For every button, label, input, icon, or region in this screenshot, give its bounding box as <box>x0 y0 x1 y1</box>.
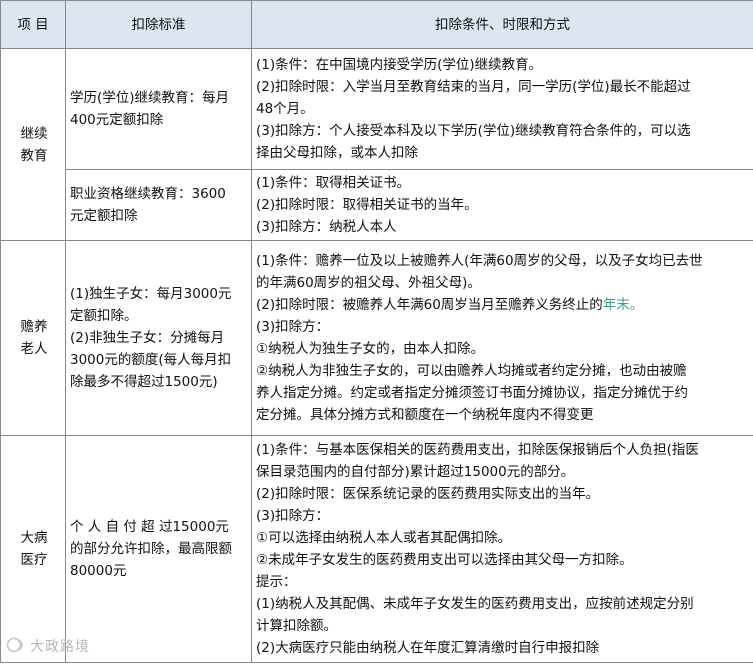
condition-line: ②未成年子女发生的医药费用支出可以选择由其父母一方扣除。 <box>256 552 633 568</box>
conditions-cell: (1)条件：与基本医保相关的医药费用支出，扣除医保报销后个人负担(指医 保目录范… <box>251 435 753 663</box>
condition-line: ②纳税人为非独生子女的，可以由赡养人均摊或者约定分摊，也动由被赡 <box>256 363 687 379</box>
standard-line: 的部分允许扣除，最高限额 <box>70 541 232 557</box>
condition-line: (1)条件：与基本医保相关的医药费用支出，扣除医保报销后个人负担(指医 <box>256 442 699 458</box>
conditions-cell: (1)条件：取得相关证书。 (2)扣除时限：取得相关证书的当年。 (3)扣除方：… <box>251 169 753 241</box>
deduction-table: 项 目 扣除标准 扣除条件、时限和方式 继续 教育 学历(学位)继续教育：每月 … <box>0 0 753 663</box>
standard-line: 定额扣除。 <box>70 308 138 324</box>
condition-line: (2)扣除时限：医保系统记录的医药费用实际支出的当年。 <box>256 486 600 502</box>
condition-line: (2)扣除时限：被赡养人年满60周岁当月至赡养义务终止的年末。 <box>256 294 751 316</box>
standard-line: 个 人 自 付 超 过15000元 <box>70 519 229 535</box>
category-line: 继续 <box>20 125 48 142</box>
category-elderly-support: 赡养 老人 <box>0 240 66 436</box>
condition-line: 48个月。 <box>256 101 314 117</box>
standard-cell: 学历(学位)继续教育：每月 400元定额扣除 <box>65 48 252 170</box>
condition-line: 提示： <box>256 574 297 590</box>
standard-line: 元定额扣除 <box>70 208 138 224</box>
standard-line: 80000元 <box>70 563 127 579</box>
table-row: 继续 教育 学历(学位)继续教育：每月 400元定额扣除 (1)条件：在中国境内… <box>0 48 753 241</box>
header-row: 项 目 扣除标准 扣除条件、时限和方式 <box>0 0 753 49</box>
standard-line: 除最多不得超过1500元) <box>70 374 218 390</box>
category-line: 大病 <box>20 530 48 546</box>
table-row: 职业资格继续教育：3600 元定额扣除 (1)条件：取得相关证书。 (2)扣除时… <box>1 169 753 241</box>
conditions-cell: (1)条件：赡养一位及以上被赡养人(年满60周岁的父母，以及子女均已去世 的年满… <box>251 240 753 436</box>
standard-line: 3000元的额度(每人每月扣 <box>70 352 232 368</box>
condition-text: (2)扣除时限：被赡养人年满60周岁当月至赡养义务终止的 <box>256 297 603 313</box>
condition-line: 择由父母扣除，或本人扣除 <box>256 145 418 161</box>
condition-line: (1)条件：赡养一位及以上被赡养人(年满60周岁的父母，以及子女均已去世 <box>256 253 703 269</box>
standard-cell: 个 人 自 付 超 过15000元 的部分允许扣除，最高限额 80000元 <box>65 435 252 663</box>
category-line: 教育 <box>20 147 48 164</box>
standard-cell: (1)独生子女：每月3000元 定额扣除。 (2)非独生子女：分摊每月 3000… <box>65 240 252 436</box>
category-line: 赡养 <box>20 319 48 335</box>
condition-line: (3)扣除方：纳税人本人 <box>256 219 397 235</box>
standard-line: (2)非独生子女：分摊每月 <box>70 330 225 346</box>
condition-line: (1)条件：取得相关证书。 <box>256 175 411 191</box>
standard-cell: 职业资格继续教育：3600 元定额扣除 <box>65 169 252 241</box>
condition-line: (2)扣除时限：取得相关证书的当年。 <box>256 197 478 213</box>
header-item: 项 目 <box>0 0 66 49</box>
category-line: 老人 <box>20 341 48 357</box>
highlight-link[interactable]: 年末。 <box>603 297 644 313</box>
condition-line: 定分摊。具体分摊方式和额度在一个纳税年度内不得变更 <box>256 407 594 423</box>
condition-line: (2)大病医疗只能由纳税人在年度汇算清缴时自行申报扣除 <box>256 640 600 656</box>
category-serious-illness: 大病 医疗 <box>0 435 66 663</box>
category-line: 医疗 <box>20 552 48 568</box>
condition-line: 计算扣除额。 <box>256 618 337 634</box>
condition-line: ①可以选择由纳税人本人或者其配偶扣除。 <box>256 530 512 546</box>
condition-line: 保目录范围内的自付部分)累计超过15000元的部分。 <box>256 464 575 480</box>
standard-line: 学历(学位)继续教育：每月 <box>70 90 230 106</box>
condition-line: 养人指定分摊。约定或者指定分摊须签订书面分摊协议，指定分摊优于约 <box>256 385 688 401</box>
condition-line: ①纳税人为独生子女的，由本人扣除。 <box>256 341 485 357</box>
condition-line: (3)扣除方： <box>256 508 330 524</box>
condition-line: 的年满60周岁的祖父母、外祖父母)。 <box>256 275 481 291</box>
condition-line: (3)扣除方：个人接受本科及以下学历(学位)继续教育符合条件的，可以选 <box>256 123 691 139</box>
standard-line: 400元定额扣除 <box>70 112 164 128</box>
condition-line: (3)扣除方： <box>256 319 330 335</box>
watermark: 大政路境 <box>6 636 90 656</box>
table-row: 大病 医疗 个 人 自 付 超 过15000元 的部分允许扣除，最高限额 800… <box>0 435 753 663</box>
header-conditions: 扣除条件、时限和方式 <box>251 0 753 49</box>
category-continuing-education: 继续 教育 <box>0 48 66 241</box>
header-standard: 扣除标准 <box>65 0 252 49</box>
watermark-logo-icon <box>6 637 23 653</box>
condition-line: (2)扣除时限：入学当月至教育结束的当月，同一学历(学位)最长不能超过 <box>256 79 691 95</box>
table-row: 赡养 老人 (1)独生子女：每月3000元 定额扣除。 (2)非独生子女：分摊每… <box>0 240 753 436</box>
condition-line: (1)条件：在中国境内接受学历(学位)继续教育。 <box>256 57 543 73</box>
conditions-cell: (1)条件：在中国境内接受学历(学位)继续教育。 (2)扣除时限：入学当月至教育… <box>251 48 753 170</box>
condition-line: (1)纳税人及其配偶、未成年子女发生的医药费用支出，应按前述规定分别 <box>256 596 694 612</box>
standard-line: (1)独生子女：每月3000元 <box>70 286 232 302</box>
watermark-text: 大政路境 <box>30 639 90 655</box>
standard-line: 职业资格继续教育：3600 <box>70 186 226 202</box>
